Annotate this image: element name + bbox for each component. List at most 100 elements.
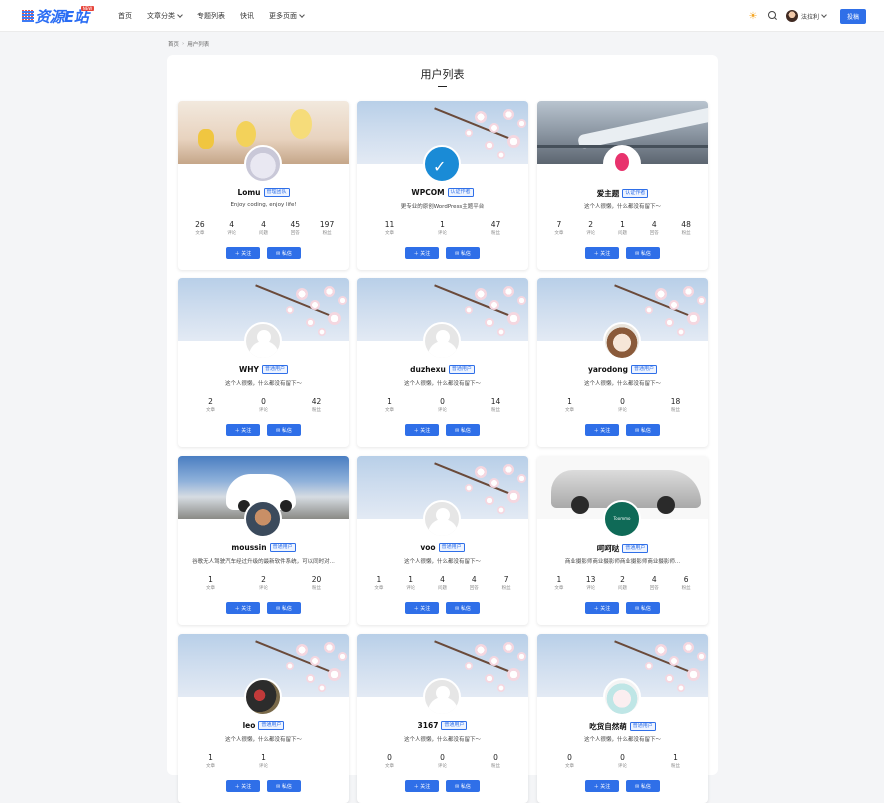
user-role-badge: 认证作者 bbox=[447, 188, 474, 197]
follow-button[interactable]: ＋ 关注 bbox=[405, 424, 439, 436]
user-name[interactable]: 吃货自然萌 bbox=[589, 721, 627, 732]
user-name[interactable]: 爱主题 bbox=[597, 188, 620, 199]
user-avatar[interactable]: ✓ bbox=[423, 145, 461, 183]
stat-item: 48 粉丝 bbox=[672, 220, 700, 236]
user-avatar[interactable] bbox=[423, 678, 461, 716]
stat-item bbox=[303, 753, 331, 769]
nav-item[interactable]: 快讯 bbox=[240, 11, 254, 21]
stat-value: 11 bbox=[384, 220, 395, 229]
card-actions: ＋ 关注 ✉ 私信 bbox=[357, 424, 528, 436]
message-button[interactable]: ✉ 私信 bbox=[446, 602, 480, 614]
user-name[interactable]: voo bbox=[420, 543, 435, 552]
user-avatar[interactable] bbox=[603, 322, 641, 360]
stat-label: 回答 bbox=[469, 586, 479, 591]
stat-value: 0 bbox=[567, 753, 572, 762]
nav-item[interactable]: 首页 bbox=[118, 11, 132, 21]
stat-item: 4 回答 bbox=[640, 575, 668, 591]
stat-item: 1 文章 bbox=[556, 397, 584, 413]
nav-item[interactable]: 更多页面 bbox=[269, 11, 305, 21]
user-avatar[interactable] bbox=[603, 678, 641, 716]
heart-pin-icon bbox=[615, 153, 629, 171]
user-name[interactable]: WHY bbox=[239, 365, 259, 374]
follow-button[interactable]: ＋ 关注 bbox=[405, 780, 439, 792]
message-button[interactable]: ✉ 私信 bbox=[267, 424, 301, 436]
theme-toggle-sun-icon[interactable]: ☀ bbox=[747, 10, 759, 22]
stat-item: 7 粉丝 bbox=[492, 575, 520, 591]
user-avatar[interactable] bbox=[423, 322, 461, 360]
user-name[interactable]: yarodong bbox=[588, 365, 628, 374]
message-button[interactable]: ✉ 私信 bbox=[267, 780, 301, 792]
stat-item: 0 评论 bbox=[609, 397, 637, 413]
user-avatar[interactable] bbox=[423, 500, 461, 538]
name-row: moussin 普通用户 bbox=[178, 543, 349, 552]
stat-value: 42 bbox=[311, 397, 322, 406]
user-card: Lomu 管理团队 Enjoy coding, enjoy life! 26 文… bbox=[178, 101, 349, 270]
user-avatar[interactable]: Toommo bbox=[603, 500, 641, 538]
user-avatar[interactable] bbox=[244, 678, 282, 716]
follow-button[interactable]: ＋ 关注 bbox=[585, 247, 619, 259]
user-avatar[interactable] bbox=[244, 322, 282, 360]
message-button[interactable]: ✉ 私信 bbox=[267, 247, 301, 259]
user-name[interactable]: Lomu bbox=[237, 188, 260, 197]
user-name[interactable]: WPCOM bbox=[411, 188, 444, 197]
message-button[interactable]: ✉ 私信 bbox=[446, 424, 480, 436]
follow-button[interactable]: ＋ 关注 bbox=[585, 780, 619, 792]
user-menu[interactable]: 法拉利 bbox=[801, 11, 827, 21]
user-stats: 26 文章 4 评论 4 问题 45 回答 197 粉丝 bbox=[184, 220, 343, 236]
stat-item: 0 粉丝 bbox=[482, 753, 510, 769]
name-row: Lomu 管理团队 bbox=[178, 188, 349, 197]
stat-value: 0 bbox=[440, 753, 445, 762]
nav-item[interactable]: 文章分类 bbox=[147, 11, 183, 21]
message-button[interactable]: ✉ 私信 bbox=[267, 602, 301, 614]
stat-label: 回答 bbox=[290, 231, 300, 236]
follow-button[interactable]: ＋ 关注 bbox=[226, 424, 260, 436]
user-card: voo 普通用户 这个人很懒，什么都没有留下～ 1 文章 1 评论 4 问题 4… bbox=[357, 456, 528, 625]
user-avatar[interactable] bbox=[244, 145, 282, 183]
stat-label: 粉丝 bbox=[681, 586, 691, 591]
message-button[interactable]: ✉ 私信 bbox=[626, 247, 660, 259]
stat-value: 47 bbox=[490, 220, 501, 229]
user-name[interactable]: 呵呵哒 bbox=[597, 543, 620, 554]
card-actions: ＋ 关注 ✉ 私信 bbox=[178, 602, 349, 614]
message-button[interactable]: ✉ 私信 bbox=[626, 780, 660, 792]
user-name[interactable]: leo bbox=[243, 721, 256, 730]
user-avatar[interactable] bbox=[785, 10, 798, 22]
stat-item: 1 评论 bbox=[250, 753, 278, 769]
user-card: 吃货自然萌 普通用户 这个人很懒，什么都没有留下～ 0 文章 0 评论 1 粉丝… bbox=[537, 634, 708, 803]
stat-item: 18 粉丝 bbox=[662, 397, 690, 413]
post-button[interactable]: 投稿 bbox=[839, 8, 866, 24]
message-button[interactable]: ✉ 私信 bbox=[446, 780, 480, 792]
user-role-badge: 认证作者 bbox=[622, 189, 649, 198]
name-row: voo 普通用户 bbox=[357, 543, 528, 552]
follow-button[interactable]: ＋ 关注 bbox=[585, 602, 619, 614]
stat-value: 4 bbox=[261, 220, 266, 229]
stat-item: 1 文章 bbox=[197, 575, 225, 591]
card-actions: ＋ 关注 ✉ 私信 bbox=[537, 424, 708, 436]
nav-item-label: 更多页面 bbox=[269, 12, 297, 20]
user-stats: 1 文章 1 评论 4 问题 4 回答 7 粉丝 bbox=[363, 575, 522, 591]
follow-button[interactable]: ＋ 关注 bbox=[226, 780, 260, 792]
nav-item[interactable]: 专题列表 bbox=[197, 11, 225, 21]
user-name[interactable]: duzhexu bbox=[410, 365, 446, 374]
message-button[interactable]: ✉ 私信 bbox=[626, 424, 660, 436]
avatar-label: Toommo bbox=[613, 516, 631, 521]
stat-item: 1 文章 bbox=[365, 575, 393, 591]
message-button[interactable]: ✉ 私信 bbox=[626, 602, 660, 614]
follow-button[interactable]: ＋ 关注 bbox=[226, 247, 260, 259]
follow-button[interactable]: ＋ 关注 bbox=[405, 602, 439, 614]
user-name[interactable]: moussin bbox=[231, 543, 266, 552]
breadcrumb-home[interactable]: 首页 bbox=[168, 40, 179, 48]
user-card: 3167 普通用户 这个人很懒，什么都没有留下～ 0 文章 0 评论 0 粉丝 … bbox=[357, 634, 528, 803]
message-button[interactable]: ✉ 私信 bbox=[446, 247, 480, 259]
user-bio: 这个人很懒，什么都没有留下～ bbox=[224, 381, 302, 387]
stat-item: 197 粉丝 bbox=[313, 220, 341, 236]
follow-button[interactable]: ＋ 关注 bbox=[226, 602, 260, 614]
site-logo[interactable]: 资源E站 NEW bbox=[22, 6, 95, 26]
follow-button[interactable]: ＋ 关注 bbox=[405, 247, 439, 259]
user-avatar[interactable] bbox=[244, 500, 282, 538]
user-avatar[interactable] bbox=[603, 145, 641, 183]
logo-badge: NEW bbox=[80, 6, 95, 11]
user-name[interactable]: 3167 bbox=[418, 721, 439, 730]
search-icon[interactable] bbox=[767, 11, 778, 21]
follow-button[interactable]: ＋ 关注 bbox=[585, 424, 619, 436]
